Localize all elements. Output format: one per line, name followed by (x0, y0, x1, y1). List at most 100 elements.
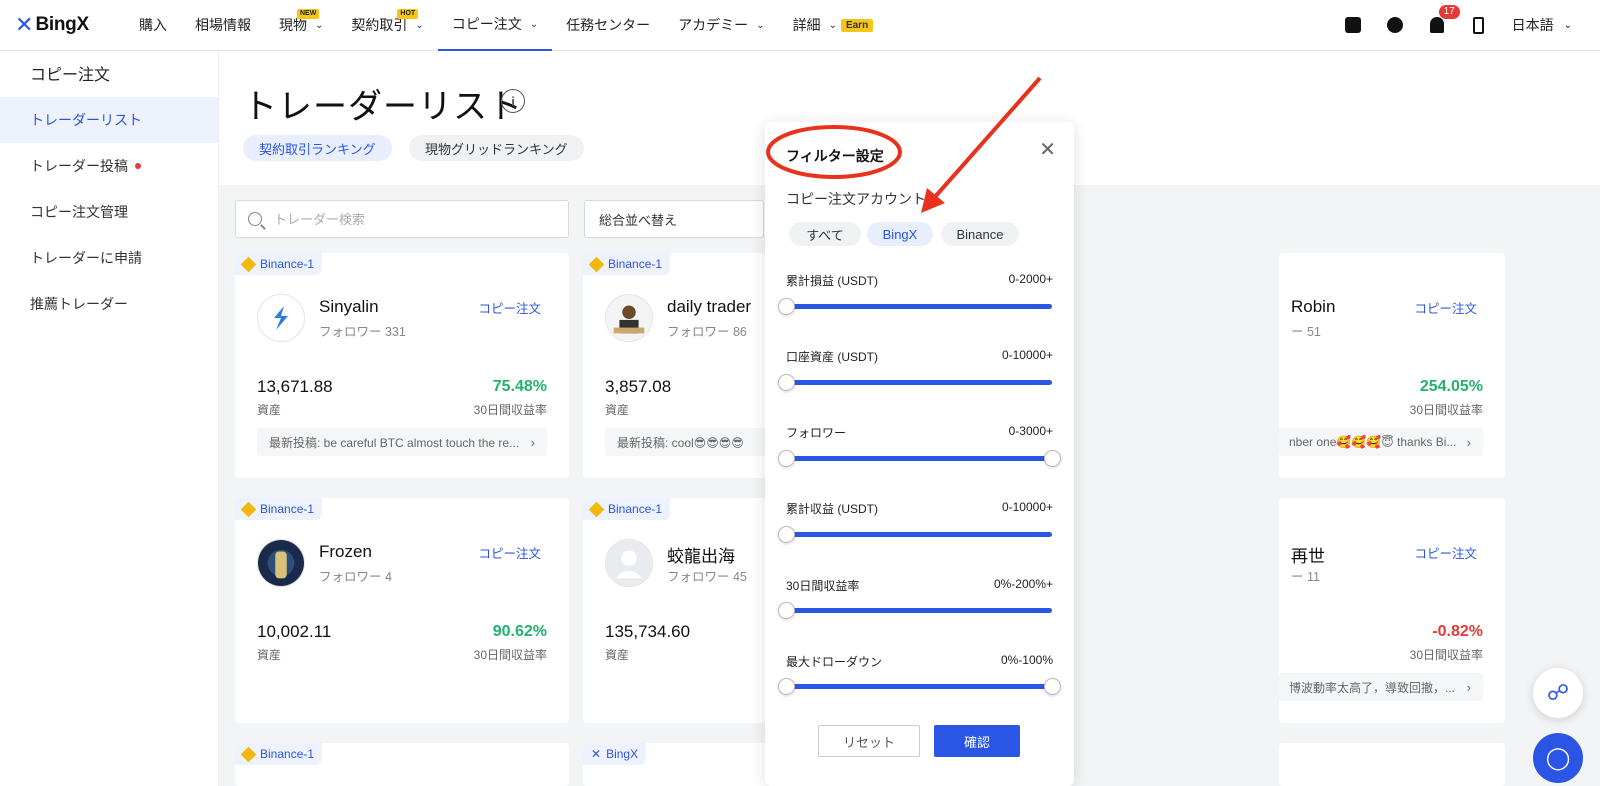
sidebar-item-recommended[interactable]: 推薦トレーダー (0, 281, 218, 327)
account-tab-bingx[interactable]: BingX (867, 222, 933, 246)
copy-button[interactable]: コピー注文 (478, 298, 541, 317)
source-tag: ✕ BingX (583, 743, 647, 765)
trader-card[interactable] (1279, 743, 1505, 786)
assets-value: 3,857.08 (605, 377, 672, 396)
notification-count: 17 (1438, 4, 1460, 19)
trader-card[interactable]: Binance-1 Frozen フォロワー 4 コピー注文 10,002.11… (235, 498, 569, 723)
follower-count: ー 11 (1291, 570, 1320, 584)
sort-select[interactable]: 総合並べ替え (584, 200, 764, 238)
confirm-button[interactable]: 確認 (934, 725, 1020, 757)
nav-buy[interactable]: 購入 (125, 0, 181, 51)
range-slider[interactable] (786, 532, 1052, 537)
binance-icon (240, 256, 257, 272)
copy-button[interactable]: コピー注文 (1414, 298, 1477, 317)
filter-range: 0-10000+ (1001, 348, 1053, 362)
roi-label: 30日間収益率 (473, 403, 547, 417)
filter-panel: フィルター設定 ✕ コピー注文アカウント すべて BingX Binance 累… (765, 122, 1074, 786)
bingx-icon: ✕ (591, 747, 602, 761)
user-icon[interactable] (1374, 0, 1416, 51)
range-slider[interactable] (786, 456, 1052, 461)
avatar (605, 539, 653, 587)
nav-right-tools: 17 日本語 ⌄ (1332, 0, 1600, 51)
chevron-right-icon: › (1466, 434, 1471, 450)
source-tag: Binance-1 (583, 498, 671, 520)
roi-value: 254.05% (1419, 378, 1483, 395)
sidebar-item-copy-management[interactable]: コピー注文管理 (0, 189, 218, 235)
account-tab-binance[interactable]: Binance (941, 222, 1019, 246)
support-icon[interactable]: ☍ (1533, 668, 1583, 718)
page-title: トレーダーリスト (243, 88, 523, 126)
slider-handle[interactable] (1044, 678, 1061, 695)
reset-button[interactable]: リセット (818, 725, 920, 757)
latest-post[interactable]: 最新投稿: be careful BTC almost touch the re… (257, 428, 547, 456)
top-navigation: ✕ BingX 購入 相場情報 現物 NEW ⌄ 契約取引 HOT ⌄ コピー注… (0, 0, 1600, 51)
trader-name: Robin (1291, 297, 1336, 316)
nav-task-center[interactable]: 任務センター (552, 0, 664, 51)
tab-spot-grid-ranking[interactable]: 現物グリッドランキング (409, 135, 584, 161)
trader-card[interactable]: Binance-1 (235, 743, 569, 786)
account-tab-all[interactable]: すべて (789, 222, 861, 246)
roi-label: 30日間収益率 (1409, 403, 1483, 417)
tab-futures-ranking[interactable]: 契約取引ランキング (243, 135, 392, 161)
nav-markets[interactable]: 相場情報 (181, 0, 265, 51)
sidebar-item-apply-trader[interactable]: トレーダーに申請 (0, 235, 218, 281)
trader-card[interactable]: 再世 ー 11 コピー注文 -0.82% 30日間収益率 博波動率太高了，導致回… (1279, 498, 1505, 723)
nav-copy-trading[interactable]: コピー注文 ⌄ (437, 0, 553, 51)
nav-futures[interactable]: 契約取引 HOT ⌄ (337, 0, 437, 51)
range-slider[interactable] (786, 684, 1052, 689)
slider-handle[interactable] (778, 374, 795, 391)
wallet-icon[interactable] (1332, 0, 1374, 51)
latest-post[interactable]: 博波動率太高了，導致回撤，... › (1279, 673, 1483, 701)
assets-label: 資産 (605, 403, 630, 417)
roi-value: 90.62% (492, 623, 547, 640)
roi-value: 75.48% (492, 378, 547, 395)
info-icon[interactable]: i (501, 89, 525, 113)
range-slider[interactable] (786, 380, 1052, 385)
filter-title: フィルター設定 (786, 148, 884, 164)
follower-count: フォロワー 4 (319, 570, 392, 584)
slider-handle[interactable] (1044, 450, 1061, 467)
trader-name: daily trader (667, 297, 752, 316)
range-slider[interactable] (786, 608, 1052, 613)
slider-handle[interactable] (778, 678, 795, 695)
source-tag: Binance-1 (235, 498, 323, 520)
bell-icon[interactable]: 17 (1416, 0, 1460, 51)
latest-post[interactable]: nber one🥰🥰🥰😇 thanks Bi... › (1279, 428, 1483, 456)
chat-icon[interactable]: ◯ (1533, 733, 1583, 783)
nav-academy[interactable]: アカデミー ⌄ (664, 0, 778, 51)
follower-count: フォロワー 45 (667, 570, 747, 584)
assets-label: 資産 (257, 403, 282, 417)
slider-handle[interactable] (778, 526, 795, 543)
trader-search[interactable] (235, 200, 569, 238)
close-icon[interactable]: ✕ (1039, 140, 1056, 160)
follower-count: フォロワー 331 (319, 325, 406, 339)
slider-handle[interactable] (778, 298, 795, 315)
binance-icon (588, 256, 605, 272)
avatar (257, 539, 305, 587)
filter-label-cumulative-pnl: 累計損益 (USDT) (786, 274, 878, 288)
chevron-down-icon: ⌄ (828, 19, 837, 31)
bingx-logo[interactable]: ✕ BingX (15, 12, 111, 38)
range-slider[interactable] (786, 304, 1052, 309)
nav-more[interactable]: 詳細 ⌄ Earn (779, 0, 888, 51)
filter-range: 0-10000+ (1001, 500, 1053, 514)
sidebar-item-trader-posts[interactable]: トレーダー投稿 (0, 143, 218, 189)
copy-button[interactable]: コピー注文 (478, 543, 541, 562)
slider-handle[interactable] (778, 602, 795, 619)
chevron-down-icon: ⌄ (529, 18, 539, 30)
filter-label-30d-roi: 30日間収益率 (786, 579, 860, 593)
binance-icon (240, 746, 257, 762)
search-input[interactable] (274, 211, 554, 227)
sidebar-item-trader-list[interactable]: トレーダーリスト (0, 97, 218, 143)
avatar (605, 294, 653, 342)
chevron-down-icon: ⌄ (315, 19, 324, 31)
avatar (257, 294, 305, 342)
trader-card[interactable]: Binance-1 Sinyalin フォロワー 331 コピー注文 13,67… (235, 253, 569, 478)
slider-handle[interactable] (778, 450, 795, 467)
copy-button[interactable]: コピー注文 (1414, 543, 1477, 562)
mobile-app-icon[interactable] (1458, 0, 1500, 51)
trader-card[interactable]: Robin ー 51 コピー注文 254.05% 30日間収益率 nber on… (1279, 253, 1505, 478)
language-selector[interactable]: 日本語 ⌄ (1512, 15, 1572, 35)
filter-range: 0%-100% (1000, 653, 1053, 667)
nav-spot[interactable]: 現物 NEW ⌄ (265, 0, 337, 51)
